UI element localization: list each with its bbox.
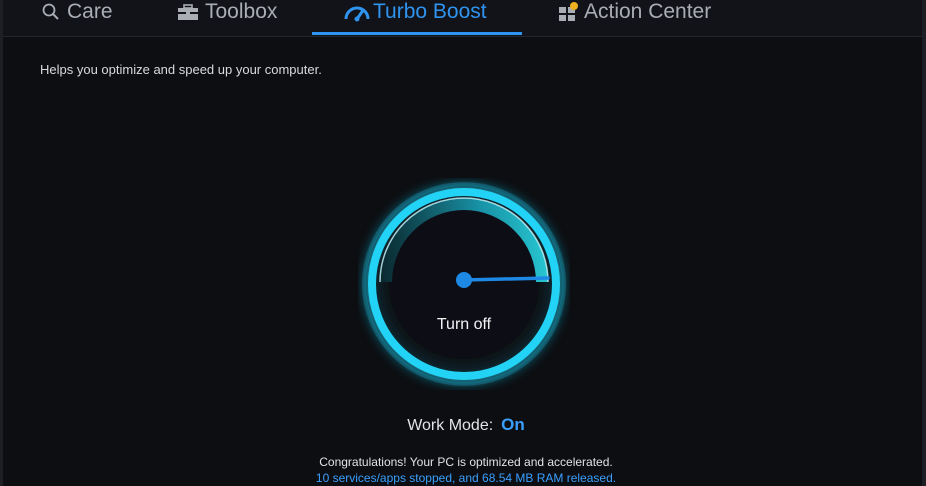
page-subtitle: Helps you optimize and speed up your com… — [40, 62, 322, 77]
search-icon — [41, 2, 61, 22]
turn-off-button[interactable] — [358, 178, 570, 390]
turbo-gauge: Turn off — [358, 178, 570, 390]
action-center-icon — [558, 2, 580, 22]
status-detail: 10 services/apps stopped, and 68.54 MB R… — [315, 471, 617, 485]
tab-toolbox-label: Toolbox — [205, 0, 278, 23]
toolbox-icon — [177, 2, 199, 22]
tab-bar: Care Toolbox Turbo Boost Action Center — [3, 0, 922, 37]
speedometer-icon — [343, 2, 371, 22]
status-message: Congratulations! Your PC is optimized an… — [319, 455, 613, 469]
work-mode-value: On — [501, 415, 525, 434]
active-tab-indicator — [312, 32, 522, 35]
app-window: Care Toolbox Turbo Boost Action Center H… — [0, 0, 926, 486]
work-mode-label: Work Mode: — [407, 417, 494, 434]
work-mode-status: Work Mode: On — [3, 415, 926, 435]
tab-care-label: Care — [67, 0, 113, 23]
tab-action-center[interactable]: Action Center — [558, 0, 711, 32]
tab-turbo-boost[interactable]: Turbo Boost — [343, 0, 487, 32]
tab-care[interactable]: Care — [41, 0, 113, 32]
tab-toolbox[interactable]: Toolbox — [177, 0, 277, 32]
tab-turbo-boost-label: Turbo Boost — [373, 0, 487, 23]
tab-action-center-label: Action Center — [584, 0, 712, 23]
